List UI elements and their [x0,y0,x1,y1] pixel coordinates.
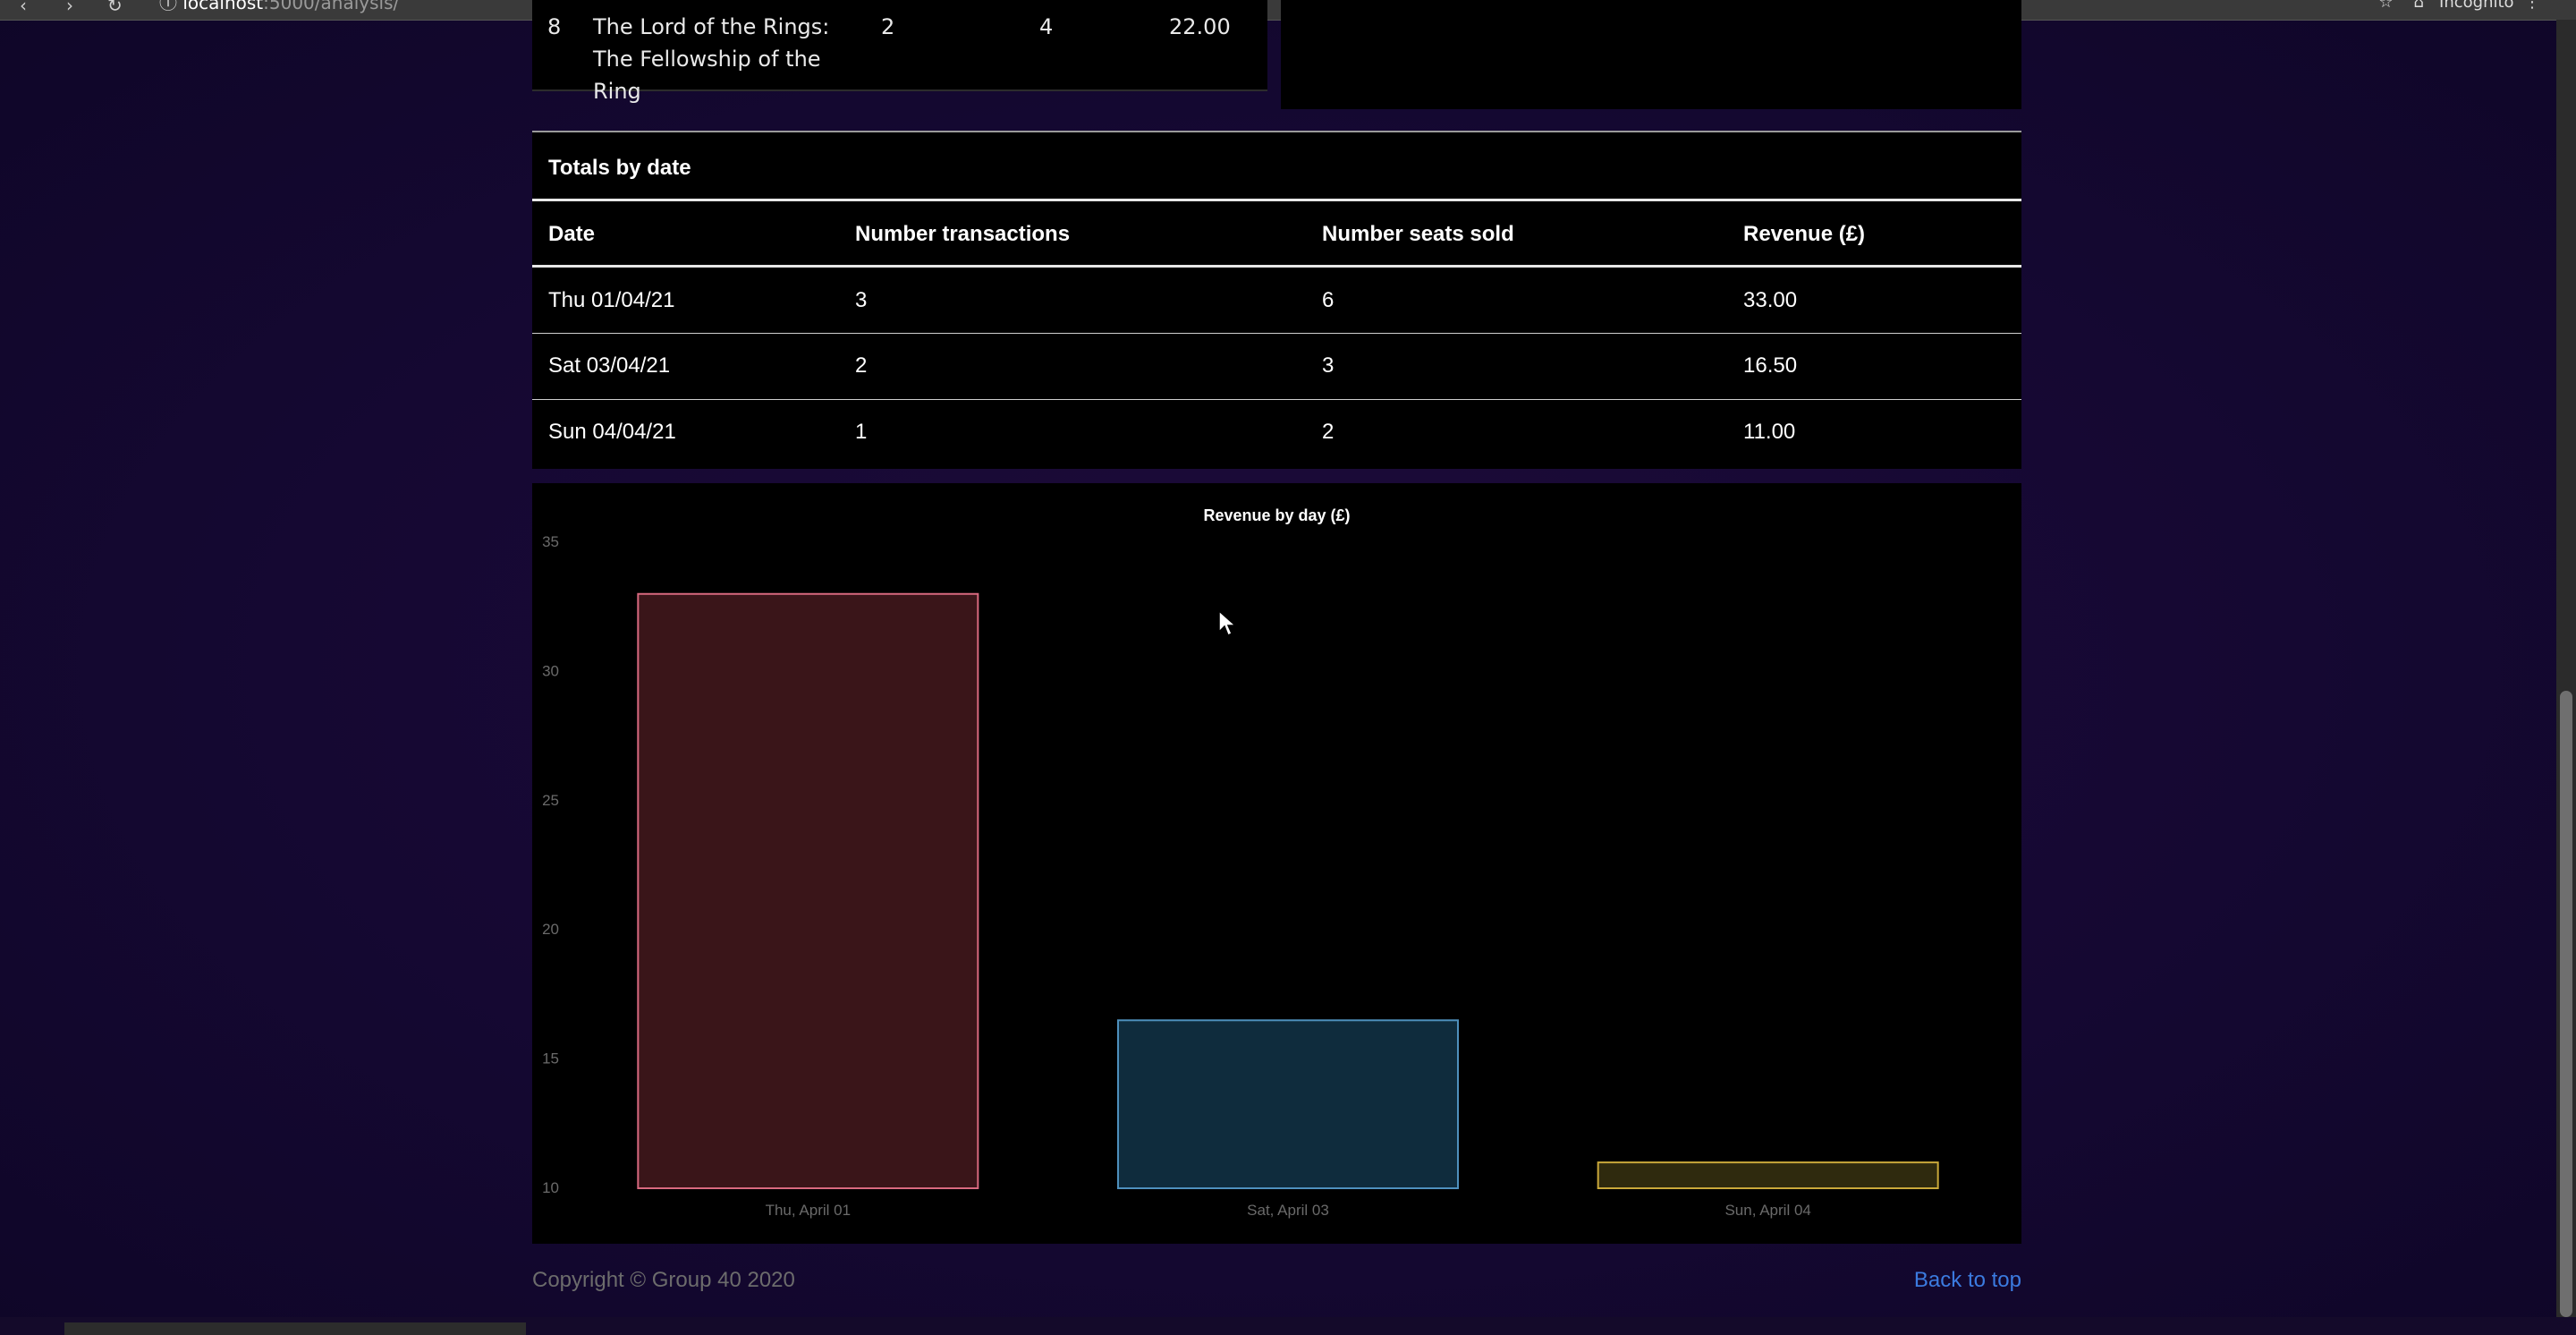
header-transactions: Number transactions [855,222,1071,246]
cell-revenue: 11.00 [1743,420,1796,444]
y-tick-label: 30 [542,662,559,679]
incognito-label[interactable]: Incognito [2439,0,2514,12]
table-header-row: Date Number transactions Number seats so… [532,202,2021,267]
cell-date: Thu 01/04/21 [548,288,675,312]
film-title: The Lord of the Rings: The Fellowship of… [593,14,830,104]
table-row: Thu 01/04/21 3 6 33.00 [532,268,2021,333]
page-scrollbar[interactable] [2556,20,2576,1317]
film-revenue: 22.00 [1169,14,1231,39]
revenue-bar-chart: 35 30 25 20 15 10 Thu, April 01 Sat, April 03 Su… [542,533,1939,1219]
back-to-top-link[interactable]: Back to top [1914,1268,2021,1293]
mouse-cursor-icon [1218,610,1236,637]
bar[interactable] [1117,1019,1459,1190]
y-tick-label: 15 [542,1050,559,1067]
table-row: Sat 03/04/21 2 3 16.50 [532,334,2021,398]
y-tick-label: 10 [542,1179,559,1196]
copyright-text: Copyright © Group 40 2020 [532,1268,795,1292]
cell-transactions: 3 [855,288,868,312]
cell-transactions: 1 [855,420,868,444]
url-host: localhost [182,0,264,13]
back-icon[interactable]: ‹ [20,0,27,16]
y-tick-label: 20 [542,921,559,938]
star-icon[interactable]: ☆ [2378,0,2393,12]
x-tick-label: Sat, April 03 [1247,1202,1329,1219]
extension-icon[interactable]: ⌂ [2413,0,2423,12]
table-row: Sun 04/04/21 1 2 11.00 [532,400,2021,464]
info-icon: ⓘ [159,0,183,13]
header-seats: Number seats sold [1322,222,1514,246]
totals-by-date-table: Totals by date Date Number transactions … [532,131,2021,469]
toolbar-right: ☆ ⌂ Incognito ⋮ [2378,0,2540,12]
cell-transactions: 2 [855,353,868,378]
header-revenue: Revenue (£) [1743,222,1866,246]
film-transactions: 2 [881,14,895,39]
os-taskbar [0,1317,2576,1335]
bar[interactable] [1597,1161,1939,1189]
table-caption: Totals by date [548,156,691,180]
table-row: 8 The Lord of the Rings: The Fellowship … [532,0,1267,104]
film-rank: 8 [547,14,562,39]
film-table-card: 8 The Lord of the Rings: The Fellowship … [532,0,1267,104]
revenue-chart-card: Revenue by day (£) 35 30 25 20 15 10 Thu, Apri… [532,483,2021,1244]
divider [532,199,2021,201]
scrollbar-thumb[interactable] [2560,691,2572,1317]
cell-seats: 3 [1322,353,1335,378]
cell-revenue: 33.00 [1743,288,1798,312]
cell-date: Sat 03/04/21 [548,353,671,378]
cell-date: Sun 04/04/21 [548,420,676,444]
forward-icon[interactable]: › [66,0,73,16]
cell-revenue: 16.50 [1743,353,1798,378]
film-chart-card [1281,0,2021,109]
header-date: Date [548,222,596,246]
menu-icon[interactable]: ⋮ [2524,0,2540,12]
bar[interactable] [637,592,979,1189]
film-seats: 4 [1039,14,1054,39]
x-tick-label: Sun, April 04 [1724,1202,1810,1219]
cell-seats: 6 [1322,288,1335,312]
divider [532,265,2021,268]
reload-icon[interactable]: ↻ [107,0,123,16]
cell-seats: 2 [1322,420,1335,444]
y-tick-label: 35 [542,533,559,550]
taskbar-search[interactable] [64,1322,526,1335]
y-tick-label: 25 [542,792,559,809]
x-tick-label: Thu, April 01 [766,1202,851,1219]
url-path: :5000/analysis/ [263,0,400,13]
